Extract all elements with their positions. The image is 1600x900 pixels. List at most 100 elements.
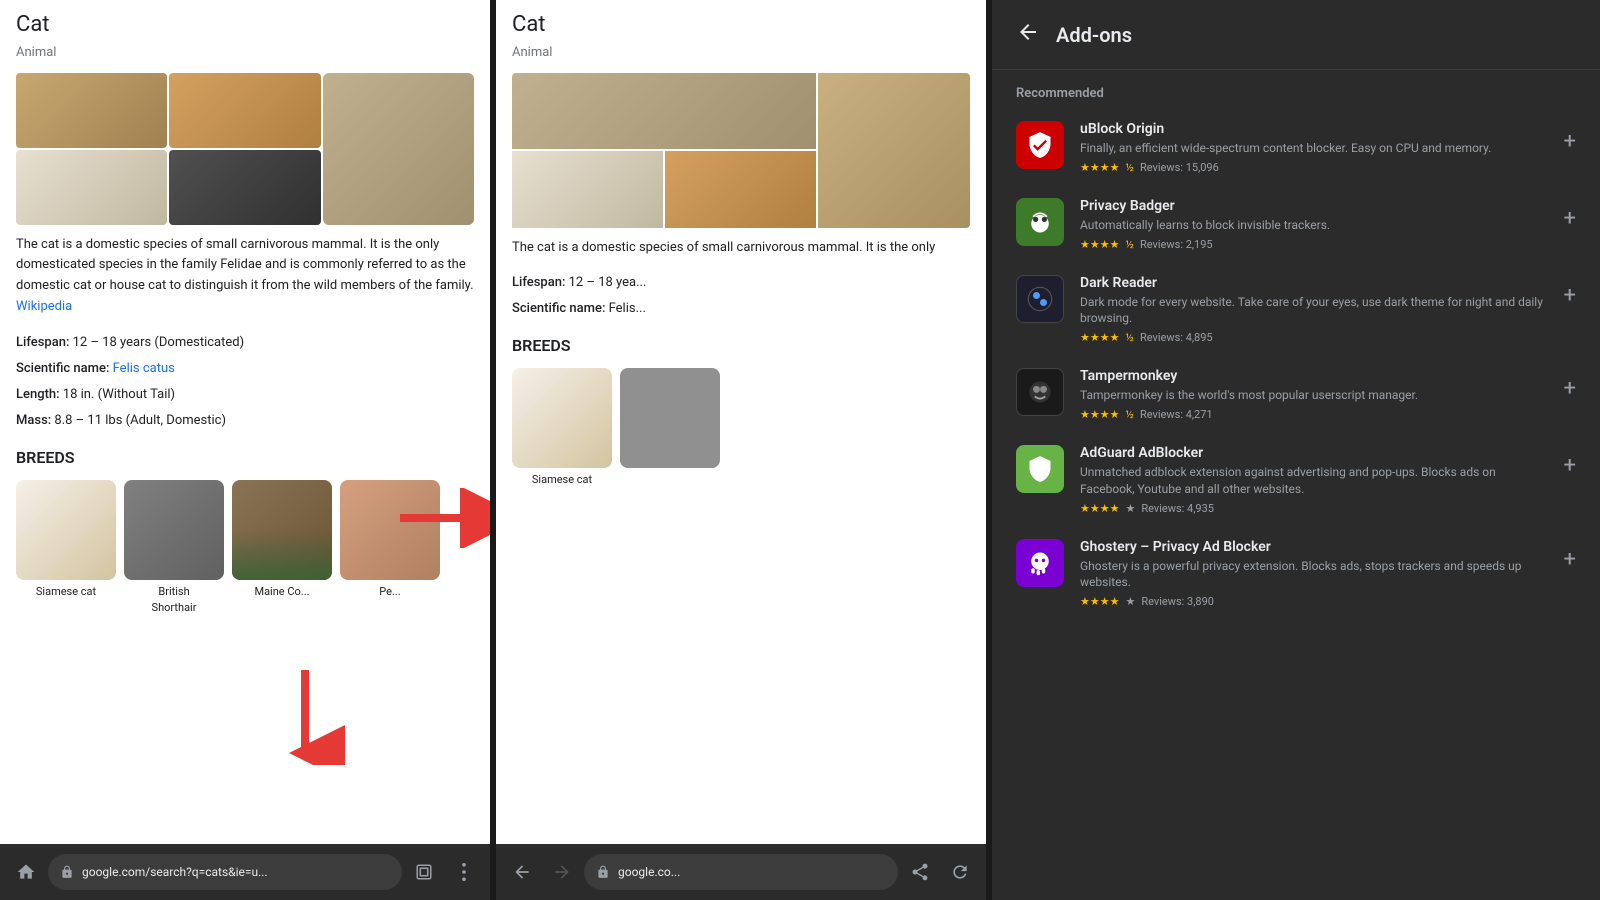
ublock-stars: ★★★★: [1080, 161, 1119, 174]
left-description: The cat is a domestic species of small c…: [16, 235, 474, 318]
adguard-reviews: Reviews: 4,935: [1141, 502, 1214, 515]
tampermonkey-name: Tampermonkey: [1080, 368, 1548, 384]
adguard-name: AdGuard AdBlocker: [1080, 445, 1548, 461]
left-breeds-grid: Siamese cat BritishShorthair Maine Co...…: [16, 480, 474, 617]
left-wiki-link[interactable]: Wikipedia: [16, 299, 72, 314]
right-cat-img-1: [512, 73, 816, 150]
fact-lifespan: Lifespan: 12 – 18 years (Domesticated): [16, 330, 474, 356]
dark-reader-info: Dark Reader Dark mode for every website.…: [1080, 275, 1548, 345]
privacy-badger-info: Privacy Badger Automatically learns to b…: [1080, 198, 1548, 251]
addons-back-button[interactable]: [1016, 20, 1040, 49]
ublock-desc: Finally, an efficient wide-spectrum cont…: [1080, 140, 1548, 157]
addon-tampermonkey: Tampermonkey Tampermonkey is the world's…: [992, 356, 1600, 433]
addons-header: Add-ons: [992, 0, 1600, 70]
privacy-badger-add-button[interactable]: +: [1564, 198, 1576, 231]
breed-maine: Maine Co...: [232, 480, 332, 617]
cat-img-4: [16, 150, 167, 225]
cat-img-1: [16, 73, 167, 148]
adguard-add-button[interactable]: +: [1564, 445, 1576, 478]
left-cat-images: [16, 73, 474, 225]
right-back-button[interactable]: [504, 854, 540, 890]
ghostery-name: Ghostery – Privacy Ad Blocker: [1080, 539, 1548, 555]
right-url-text: google.co...: [618, 865, 680, 879]
dark-reader-add-button[interactable]: +: [1564, 275, 1576, 308]
ublock-icon: [1016, 121, 1064, 169]
left-nav-bar: google.com/search?q=cats&ie=u...: [0, 844, 490, 900]
adguard-icon: [1016, 445, 1064, 493]
right-forward-button[interactable]: [544, 854, 580, 890]
ghostery-desc: Ghostery is a powerful privacy extension…: [1080, 558, 1548, 592]
addon-dark-reader: Dark Reader Dark mode for every website.…: [992, 263, 1600, 357]
left-cat-title: Cat: [16, 8, 474, 41]
ghostery-info: Ghostery – Privacy Ad Blocker Ghostery i…: [1080, 539, 1548, 609]
right-breed-siamese: Siamese cat: [512, 368, 612, 489]
ublock-rating: ★★★★½ Reviews: 15,096: [1080, 161, 1548, 174]
tampermonkey-stars: ★★★★: [1080, 408, 1119, 421]
addons-list: Recommended uBlock Origin Finally, an ef…: [992, 70, 1600, 900]
privacy-badger-rating: ★★★★½ Reviews: 2,195: [1080, 238, 1548, 251]
addon-ghostery: Ghostery – Privacy Ad Blocker Ghostery i…: [992, 527, 1600, 621]
right-fact-lifespan: Lifespan: 12 – 18 yea...: [512, 270, 970, 296]
right-url-bar[interactable]: google.co...: [584, 854, 898, 890]
tampermonkey-add-button[interactable]: +: [1564, 368, 1576, 401]
left-breeds-title: BREEDS: [16, 446, 474, 470]
right-cat-title: Cat: [512, 8, 970, 41]
adguard-info: AdGuard AdBlocker Unmatched adblock exte…: [1080, 445, 1548, 515]
right-cat-img-3: [665, 151, 816, 228]
middle-phone: Cat Animal The cat is a domestic species…: [496, 0, 986, 900]
left-url-bar[interactable]: google.com/search?q=cats&ie=u...: [48, 854, 402, 890]
right-facts: Lifespan: 12 – 18 yea... Scientific name…: [512, 270, 970, 322]
cat-img-3: [323, 73, 474, 225]
addon-privacy-badger: Privacy Badger Automatically learns to b…: [992, 186, 1600, 263]
addon-ublock: uBlock Origin Finally, an efficient wide…: [992, 109, 1600, 186]
privacy-badger-name: Privacy Badger: [1080, 198, 1548, 214]
breed-british: BritishShorthair: [124, 480, 224, 617]
breed-persian: Pe...: [340, 480, 440, 617]
right-description: The cat is a domestic species of small c…: [512, 238, 970, 259]
right-reload-button[interactable]: [942, 854, 978, 890]
adguard-rating: ★★★★★ Reviews: 4,935: [1080, 502, 1548, 515]
addon-adguard: AdGuard AdBlocker Unmatched adblock exte…: [992, 433, 1600, 527]
adguard-desc: Unmatched adblock extension against adve…: [1080, 464, 1548, 498]
right-nav-bar: google.co...: [496, 844, 986, 900]
left-url-text: google.com/search?q=cats&ie=u...: [82, 865, 268, 879]
tampermonkey-rating: ★★★★½ Reviews: 4,271: [1080, 408, 1548, 421]
tampermonkey-info: Tampermonkey Tampermonkey is the world's…: [1080, 368, 1548, 421]
cat-img-2: [169, 73, 320, 148]
left-tab-button[interactable]: [406, 854, 442, 890]
breed-siamese: Siamese cat: [16, 480, 116, 617]
addons-panel: Add-ons Recommended uBlock Origin Finall…: [992, 0, 1600, 900]
right-breeds-grid: Siamese cat: [512, 368, 970, 489]
ghostery-reviews: Reviews: 3,890: [1141, 595, 1214, 608]
left-facts: Lifespan: 12 – 18 years (Domesticated) S…: [16, 330, 474, 434]
left-home-button[interactable]: [8, 854, 44, 890]
right-cat-subtitle: Animal: [512, 43, 970, 63]
fact-scientific: Scientific name: Felis catus: [16, 356, 474, 382]
privacy-badger-desc: Automatically learns to block invisible …: [1080, 217, 1548, 234]
right-breeds-title: BREEDS: [512, 334, 970, 358]
right-breed-2: [620, 368, 720, 489]
ublock-add-button[interactable]: +: [1564, 121, 1576, 154]
right-share-button[interactable]: [902, 854, 938, 890]
right-fact-scientific: Scientific name: Felis...: [512, 296, 970, 322]
left-cat-subtitle: Animal: [16, 43, 474, 63]
dark-reader-rating: ★★★★½ Reviews: 4,895: [1080, 331, 1548, 344]
ublock-name: uBlock Origin: [1080, 121, 1548, 137]
addons-title: Add-ons: [1056, 23, 1132, 47]
fact-mass: Mass: 8.8 – 11 lbs (Adult, Domestic): [16, 408, 474, 434]
dark-reader-stars: ★★★★: [1080, 331, 1119, 344]
ghostery-add-button[interactable]: +: [1564, 539, 1576, 572]
left-phone: Cat Animal The cat is a domestic species…: [0, 0, 490, 900]
tampermonkey-icon: [1016, 368, 1064, 416]
right-cat-img-2: [512, 151, 663, 228]
privacy-badger-stars: ★★★★: [1080, 238, 1119, 251]
left-more-button[interactable]: [446, 854, 482, 890]
tampermonkey-reviews: Reviews: 4,271: [1140, 408, 1213, 421]
ublock-info: uBlock Origin Finally, an efficient wide…: [1080, 121, 1548, 174]
dark-reader-desc: Dark mode for every website. Take care o…: [1080, 294, 1548, 328]
down-arrow: [265, 665, 345, 765]
right-cat-images: [512, 73, 970, 228]
tampermonkey-desc: Tampermonkey is the world's most popular…: [1080, 387, 1548, 404]
ublock-reviews: Reviews: 15,096: [1140, 161, 1219, 174]
privacy-badger-icon: [1016, 198, 1064, 246]
